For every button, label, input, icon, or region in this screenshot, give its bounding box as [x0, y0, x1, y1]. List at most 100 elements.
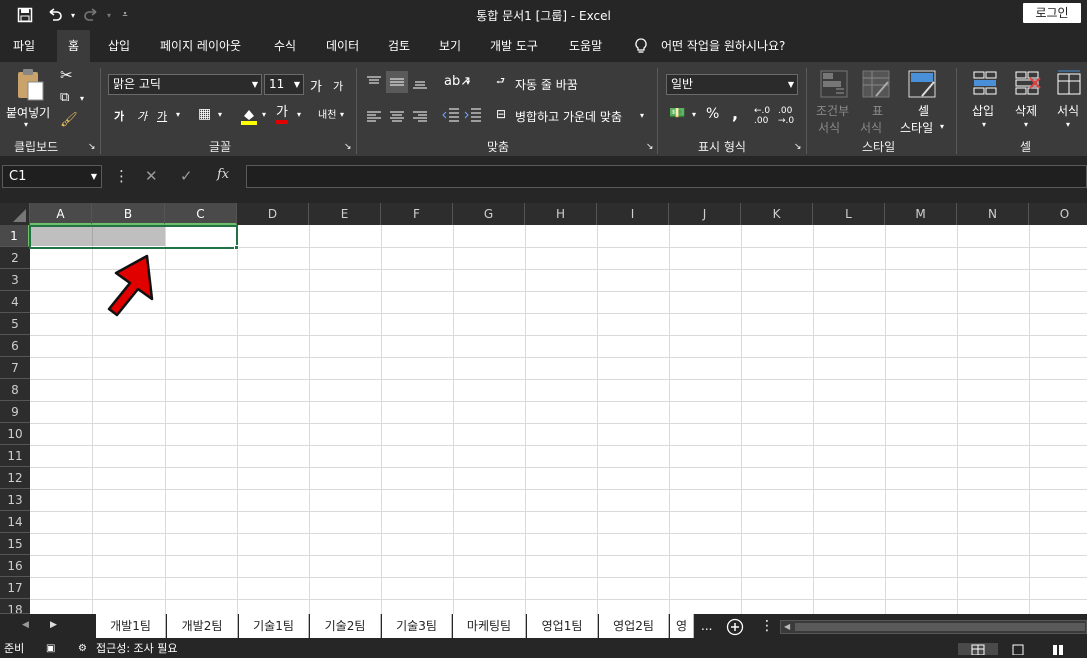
- sheet-tab[interactable]: 개발2팀: [167, 614, 238, 638]
- bold-button[interactable]: 가: [114, 108, 124, 124]
- row-header-10[interactable]: 10: [0, 423, 30, 445]
- delete-cells-icon[interactable]: [1012, 68, 1042, 102]
- conditional-format-icon[interactable]: [820, 70, 848, 102]
- font-color-button[interactable]: 가: [276, 106, 288, 124]
- column-header-i[interactable]: I: [597, 203, 669, 225]
- number-format-select[interactable]: 일반 ▼: [666, 74, 798, 95]
- column-header-k[interactable]: K: [741, 203, 813, 225]
- cancel-icon[interactable]: ✕: [145, 167, 158, 185]
- align-left-icon[interactable]: [366, 108, 382, 127]
- delete-cells-dropdown-icon[interactable]: ▾: [1024, 120, 1028, 129]
- row-header-9[interactable]: 9: [0, 401, 30, 423]
- clipboard-launcher-icon[interactable]: ↘: [88, 142, 96, 152]
- row-header-8[interactable]: 8: [0, 379, 30, 401]
- merge-icon[interactable]: ⊟: [496, 107, 506, 121]
- row-header-18[interactable]: 18: [0, 599, 30, 614]
- sheet-tab[interactable]: 개발1팀: [96, 614, 166, 638]
- normal-view-icon[interactable]: [958, 643, 998, 656]
- sheet-tab[interactable]: 영업1팀: [527, 614, 598, 638]
- row-header-1[interactable]: 1: [0, 225, 30, 247]
- align-right-icon[interactable]: [412, 108, 428, 127]
- row-header-11[interactable]: 11: [0, 445, 30, 467]
- font-launcher-icon[interactable]: ↘: [344, 142, 352, 152]
- merge-dropdown-icon[interactable]: ▾: [640, 111, 644, 120]
- paste-button[interactable]: 붙여넣기: [6, 104, 50, 121]
- wrap-text-button[interactable]: 자동 줄 바꿈: [515, 76, 578, 93]
- decrease-indent-icon[interactable]: [442, 107, 460, 126]
- horizontal-scrollbar[interactable]: ◀: [780, 620, 1087, 634]
- currency-icon[interactable]: 💵: [669, 106, 685, 121]
- align-top-icon[interactable]: [366, 74, 382, 93]
- currency-dropdown-icon[interactable]: ▾: [692, 110, 696, 119]
- paste-icon[interactable]: [14, 68, 46, 106]
- format-table-icon[interactable]: [862, 70, 890, 102]
- tab-review[interactable]: 검토: [377, 30, 421, 62]
- column-header-l[interactable]: L: [813, 203, 885, 225]
- row-header-5[interactable]: 5: [0, 313, 30, 335]
- fill-color-icon[interactable]: [240, 106, 258, 130]
- column-header-d[interactable]: D: [237, 203, 309, 225]
- tell-me-search[interactable]: 어떤 작업을 원하시나요?: [650, 30, 796, 62]
- paste-dropdown-icon[interactable]: ▾: [24, 120, 28, 129]
- shrink-font-button[interactable]: 가: [333, 78, 343, 94]
- page-layout-view-icon[interactable]: [1010, 643, 1026, 658]
- options-icon[interactable]: ⋮: [760, 618, 774, 634]
- tab-insert[interactable]: 삽입: [97, 30, 141, 62]
- phonetic-dropdown-icon[interactable]: ▾: [340, 110, 344, 119]
- cut-icon[interactable]: ✂: [60, 66, 73, 84]
- sheet-tab[interactable]: 영: [670, 614, 694, 638]
- copy-dropdown-icon[interactable]: ▾: [80, 94, 84, 103]
- font-size-select[interactable]: 11 ▼: [264, 74, 304, 95]
- row-header-7[interactable]: 7: [0, 357, 30, 379]
- font-name-select[interactable]: 맑은 고딕 ▼: [108, 74, 262, 95]
- row-header-2[interactable]: 2: [0, 247, 30, 269]
- login-button[interactable]: 로그인: [1023, 3, 1081, 23]
- italic-button[interactable]: 가: [137, 108, 147, 124]
- tab-developer[interactable]: 개발 도구: [479, 30, 549, 62]
- wrap-text-icon[interactable]: ⮐: [496, 74, 505, 91]
- cell-styles-button[interactable]: 셀: [918, 102, 929, 119]
- scrollbar-thumb[interactable]: [795, 623, 1085, 631]
- format-cells-icon[interactable]: [1054, 68, 1084, 102]
- macro-record-icon[interactable]: ▣: [46, 643, 55, 655]
- tab-help[interactable]: 도움말: [558, 30, 613, 62]
- formula-input[interactable]: [246, 165, 1087, 188]
- underline-button[interactable]: 가: [157, 108, 167, 124]
- format-table-button[interactable]: 표: [872, 102, 883, 119]
- more-sheets-button[interactable]: ...: [701, 619, 712, 633]
- decrease-decimal-icon[interactable]: .00 →.0: [778, 106, 794, 126]
- tab-view[interactable]: 보기: [428, 30, 472, 62]
- insert-cells-button[interactable]: 삽입: [972, 102, 994, 119]
- row-header-14[interactable]: 14: [0, 511, 30, 533]
- underline-dropdown-icon[interactable]: ▾: [176, 110, 180, 119]
- scroll-tabs-right-icon[interactable]: ▶: [50, 620, 57, 630]
- format-cells-dropdown-icon[interactable]: ▾: [1066, 120, 1070, 129]
- align-center-icon[interactable]: [389, 108, 405, 127]
- align-bottom-icon[interactable]: [412, 74, 428, 94]
- format-cells-button[interactable]: 서식: [1057, 102, 1079, 119]
- number-launcher-icon[interactable]: ↘: [794, 142, 802, 152]
- insert-cells-dropdown-icon[interactable]: ▾: [982, 120, 986, 129]
- font-color-dropdown-icon[interactable]: ▾: [297, 110, 301, 119]
- grow-font-button[interactable]: 가: [310, 76, 322, 95]
- row-header-12[interactable]: 12: [0, 467, 30, 489]
- accessibility-status[interactable]: 접근성: 조사 필요: [96, 643, 178, 655]
- tab-home[interactable]: 홈: [57, 30, 91, 62]
- sheet-tab[interactable]: 기술2팀: [310, 614, 381, 638]
- alignment-launcher-icon[interactable]: ↘: [646, 142, 654, 152]
- sheet-tab[interactable]: 영업2팀: [599, 614, 669, 638]
- increase-decimal-icon[interactable]: ←.0.00: [754, 106, 770, 126]
- column-header-n[interactable]: N: [957, 203, 1029, 225]
- row-header-13[interactable]: 13: [0, 489, 30, 511]
- more-options-icon[interactable]: ⋮: [114, 167, 129, 185]
- row-header-17[interactable]: 17: [0, 577, 30, 599]
- border-dropdown-icon[interactable]: ▾: [218, 110, 222, 119]
- column-header-j[interactable]: J: [669, 203, 741, 225]
- format-painter-icon[interactable]: 🖌: [60, 112, 78, 128]
- row-header-15[interactable]: 15: [0, 533, 30, 555]
- conditional-format-button[interactable]: 조건부: [816, 102, 849, 119]
- row-header-3[interactable]: 3: [0, 269, 30, 291]
- add-sheet-icon[interactable]: [726, 618, 744, 640]
- delete-cells-button[interactable]: 삭제: [1015, 102, 1037, 119]
- tab-page-layout[interactable]: 페이지 레이아웃: [149, 30, 252, 62]
